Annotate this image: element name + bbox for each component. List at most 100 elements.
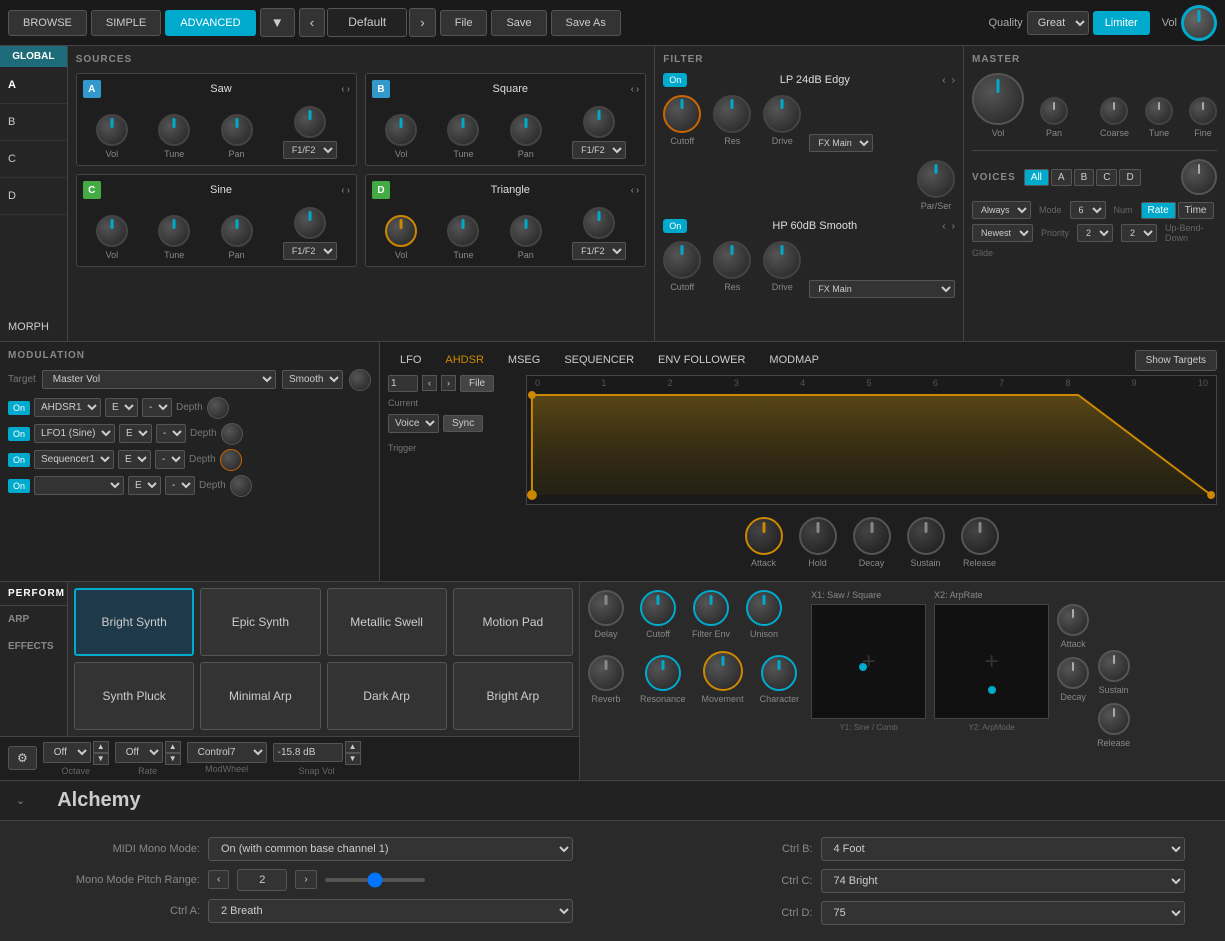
preset-prev-button[interactable]: ‹ <box>299 8 325 37</box>
source-a-next[interactable]: › <box>347 84 350 95</box>
attack-knob[interactable] <box>745 517 783 555</box>
mod4-source-select[interactable] <box>34 476 124 495</box>
mod4-depth-knob[interactable] <box>230 475 252 497</box>
show-targets-button[interactable]: Show Targets <box>1135 350 1217 371</box>
tab-env-follower[interactable]: ENV FOLLOWER <box>646 350 757 370</box>
ahdsr-num-input[interactable] <box>388 375 418 392</box>
glide-knob[interactable] <box>1181 159 1217 195</box>
mod3-dash-select[interactable]: - <box>155 450 185 469</box>
pitch-range-slider[interactable] <box>325 878 425 882</box>
pad-bright-synth[interactable]: Bright Synth <box>74 588 194 656</box>
filter2-next[interactable]: › <box>952 221 955 232</box>
tab-lfo[interactable]: LFO <box>388 350 433 370</box>
filter2-prev[interactable]: ‹ <box>942 221 945 232</box>
octave-select[interactable]: Off <box>43 742 91 763</box>
sustain-knob[interactable] <box>907 517 945 555</box>
bend-up-select[interactable]: 2 <box>1077 224 1113 242</box>
source-c-pan-knob[interactable] <box>221 215 253 247</box>
quality-select[interactable]: Great <box>1027 11 1089 35</box>
xy-pad-2[interactable]: + <box>934 604 1049 719</box>
master-tune-knob[interactable] <box>1145 97 1173 125</box>
cutoff-knob[interactable] <box>640 590 676 626</box>
filter1-fx-select[interactable]: FX Main <box>809 134 873 152</box>
arp-tab[interactable]: ARP <box>0 606 67 633</box>
source-a-prev[interactable]: ‹ <box>341 84 344 95</box>
rate-down-btn[interactable]: ▼ <box>165 753 181 765</box>
pitch-range-input[interactable] <box>237 869 287 891</box>
pad-minimal-arp[interactable]: Minimal Arp <box>200 662 320 730</box>
movement-knob[interactable] <box>703 651 743 691</box>
mod1-e-select[interactable]: E <box>105 398 138 417</box>
source-d-f1f2-knob[interactable] <box>583 207 615 239</box>
mod3-e-select[interactable]: E <box>118 450 151 469</box>
global-item-c[interactable]: C <box>0 141 67 178</box>
filter-env-knob[interactable] <box>693 590 729 626</box>
tab-modmap[interactable]: MODMAP <box>757 350 831 370</box>
tab-mseg[interactable]: MSEG <box>496 350 552 370</box>
mod3-depth-knob[interactable] <box>220 449 242 471</box>
decay-right-knob[interactable] <box>1057 657 1089 689</box>
pad-dark-arp[interactable]: Dark Arp <box>327 662 447 730</box>
snap-vol-input[interactable] <box>273 743 343 762</box>
source-a-f1f2-knob[interactable] <box>294 106 326 138</box>
ctrl-c-select[interactable]: 74 Bright <box>821 869 1186 893</box>
pad-metallic-swell[interactable]: Metallic Swell <box>327 588 447 656</box>
mod1-depth-knob[interactable] <box>207 397 229 419</box>
master-fine-knob[interactable] <box>1189 97 1217 125</box>
priority-select[interactable]: Newest <box>972 224 1033 242</box>
octave-up-btn[interactable]: ▲ <box>93 741 109 753</box>
source-c-f1f2-knob[interactable] <box>294 207 326 239</box>
global-item-a[interactable]: A <box>0 67 67 104</box>
release-right-knob[interactable] <box>1098 703 1130 735</box>
ctrl-d-select[interactable]: 75 <box>821 901 1186 925</box>
mode-select[interactable]: Always <box>972 201 1031 219</box>
reverb-knob[interactable] <box>588 655 624 691</box>
tab-sequencer[interactable]: SEQUENCER <box>552 350 646 370</box>
source-b-prev[interactable]: ‹ <box>631 84 634 95</box>
master-vol-knob[interactable] <box>972 73 1024 125</box>
gear-button[interactable]: ⚙ <box>8 746 37 770</box>
preset-down-arrow[interactable]: ▼ <box>260 8 295 37</box>
tab-ahdsr[interactable]: AHDSR <box>433 350 496 370</box>
env-graph[interactable]: 0123 4567 8910 <box>526 375 1217 505</box>
source-b-next[interactable]: › <box>636 84 639 95</box>
filter2-on-badge[interactable]: On <box>663 219 687 233</box>
global-item-b[interactable]: B <box>0 104 67 141</box>
source-d-prev[interactable]: ‹ <box>631 185 634 196</box>
mod1-dash-select[interactable]: - <box>142 398 172 417</box>
voices-c-btn[interactable]: C <box>1096 169 1117 186</box>
browse-button[interactable]: BROWSE <box>8 10 87 36</box>
filter2-fx-select[interactable]: FX Main <box>809 280 955 298</box>
voices-a-btn[interactable]: A <box>1051 169 1072 186</box>
mod1-on-badge[interactable]: On <box>8 401 30 415</box>
filter1-res-knob[interactable] <box>713 95 751 133</box>
mod3-source-select[interactable]: Sequencer1 <box>34 450 114 469</box>
simple-button[interactable]: SIMPLE <box>91 10 161 36</box>
source-c-next[interactable]: › <box>347 185 350 196</box>
mod4-dash-select[interactable]: - <box>165 476 195 495</box>
source-a-pan-knob[interactable] <box>221 114 253 146</box>
mod4-e-select[interactable]: E <box>128 476 161 495</box>
source-b-vol-knob[interactable] <box>385 114 417 146</box>
hold-knob[interactable] <box>799 517 837 555</box>
source-c-prev[interactable]: ‹ <box>341 185 344 196</box>
unison-knob[interactable] <box>746 590 782 626</box>
mod2-dash-select[interactable]: - <box>156 424 186 443</box>
rate-up-btn[interactable]: ▲ <box>165 741 181 753</box>
mod2-on-badge[interactable]: On <box>8 427 30 441</box>
filter1-on-badge[interactable]: On <box>663 73 687 87</box>
save-button[interactable]: Save <box>491 10 546 36</box>
source-d-pan-knob[interactable] <box>510 215 542 247</box>
character-knob[interactable] <box>761 655 797 691</box>
mod2-depth-knob[interactable] <box>221 423 243 445</box>
source-a-tune-knob[interactable] <box>158 114 190 146</box>
source-a-vol-knob[interactable] <box>96 114 128 146</box>
source-b-f1f2-select[interactable]: F1/F2 <box>572 141 626 159</box>
filter2-res-knob[interactable] <box>713 241 751 279</box>
filter2-drive-knob[interactable] <box>763 241 801 279</box>
preset-next-button[interactable]: › <box>409 8 435 37</box>
ctrl-a-select[interactable]: 2 Breath <box>208 899 573 923</box>
master-pan-knob[interactable] <box>1040 97 1068 125</box>
decay-knob[interactable] <box>853 517 891 555</box>
mod4-on-badge[interactable]: On <box>8 479 30 493</box>
